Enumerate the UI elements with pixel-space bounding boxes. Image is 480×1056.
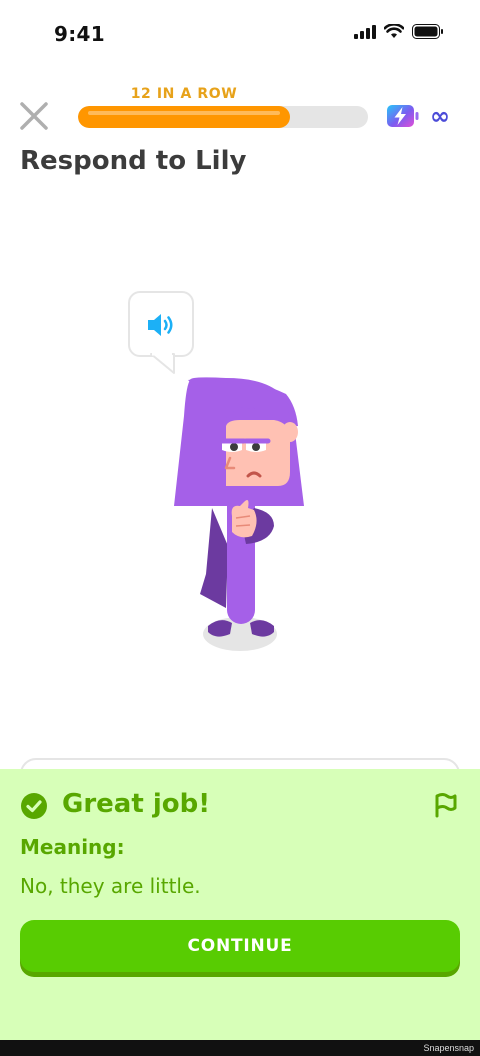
prompt-title: Respond to Lily <box>20 146 247 176</box>
feedback-title: Great job! <box>62 789 211 819</box>
battery-lightning-icon <box>387 105 419 127</box>
signal-icon <box>354 24 376 39</box>
close-button[interactable] <box>18 100 50 132</box>
lesson-screen: 9:41 12 IN A ROW ∞ Respond to Lily Great… <box>0 0 480 1056</box>
speech-bubble-tail <box>150 353 175 374</box>
status-icons <box>354 24 444 39</box>
energy-value: ∞ <box>430 102 450 130</box>
watermark: Snapensnap <box>423 1043 474 1053</box>
footer-bar <box>0 1040 480 1056</box>
meaning-label: Meaning: <box>20 835 125 859</box>
battery-icon <box>412 24 443 39</box>
streak-label: 12 IN A ROW <box>130 86 238 102</box>
lesson-progress-bar <box>78 106 368 128</box>
meaning-text: No, they are little. <box>20 874 201 898</box>
wifi-icon <box>384 24 404 38</box>
status-time: 9:41 <box>54 22 105 46</box>
flag-icon[interactable] <box>432 790 460 818</box>
energy-indicator[interactable]: ∞ <box>386 104 450 128</box>
progress-fill <box>78 106 290 128</box>
continue-button[interactable]: CONTINUE <box>20 920 460 972</box>
check-circle-icon <box>21 793 47 819</box>
lily-character-illustration <box>174 377 304 651</box>
speaker-icon[interactable] <box>146 311 176 339</box>
close-icon <box>20 102 48 130</box>
